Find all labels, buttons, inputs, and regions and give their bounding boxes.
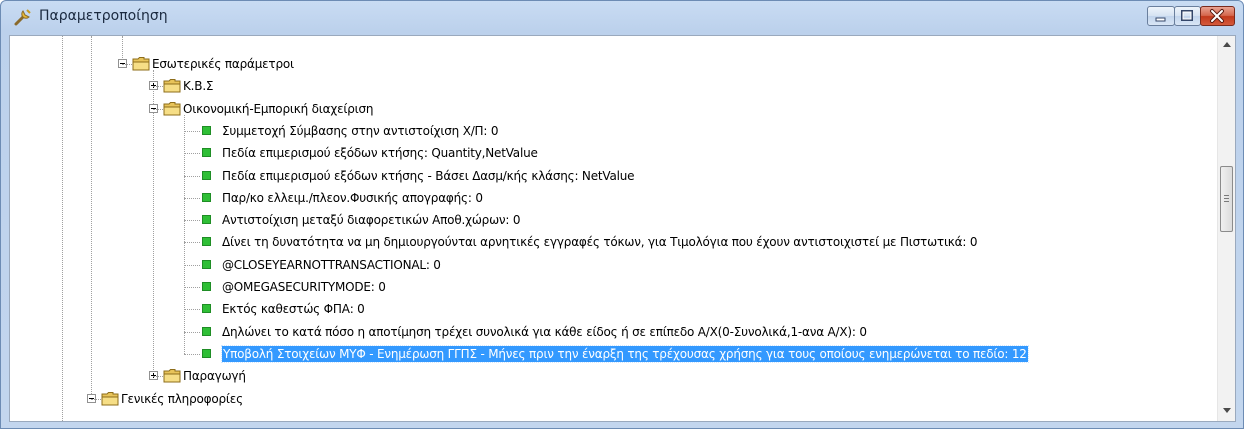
tree-guide-line bbox=[153, 108, 163, 110]
close-icon bbox=[1210, 9, 1224, 23]
settings-tree[interactable]: Εσωτερικές παράμετροι Κ.Β.Σ Οικονομική-Εμπ… bbox=[10, 36, 1217, 421]
setting-marker-icon bbox=[202, 282, 211, 291]
close-button[interactable] bbox=[1200, 6, 1235, 26]
tree-node-label: Παραγωγή bbox=[183, 369, 246, 384]
tree-folder-node[interactable]: Εσωτερικές παράμετροι bbox=[10, 53, 1217, 75]
setting-marker-icon bbox=[202, 348, 211, 358]
minimize-button[interactable] bbox=[1147, 6, 1175, 26]
tree-guide-line bbox=[184, 153, 200, 155]
tree-folder-node[interactable]: Γενικές πληροφορίες bbox=[10, 388, 1217, 410]
setting-label: Πεδία επιμερισμού εξόδων κτήσης: Quantit… bbox=[222, 146, 538, 161]
setting-marker-icon bbox=[202, 215, 211, 225]
title-bar[interactable]: Παραμετροποίηση bbox=[1, 1, 1243, 33]
tree-guide-line bbox=[184, 331, 200, 333]
setting-marker-icon bbox=[202, 259, 211, 269]
selected-setting-label: Υποβολή Στοιχείων ΜΥΦ - Ενημέρωση ΓΓΠΣ -… bbox=[221, 344, 1029, 363]
maximize-icon bbox=[1181, 10, 1193, 21]
open-folder-icon bbox=[163, 101, 181, 116]
setting-label: Εκτός καθεστώς ΦΠΑ: 0 bbox=[222, 302, 365, 317]
tree-guide-line bbox=[91, 398, 101, 400]
tree-guide-line bbox=[184, 309, 200, 311]
tree-guide-line bbox=[184, 264, 200, 266]
minimize-icon bbox=[1155, 17, 1166, 22]
tree-guide-line bbox=[184, 197, 200, 199]
vertical-scrollbar[interactable] bbox=[1217, 36, 1236, 421]
setting-label: Δηλώνει το κατά πόσο η αποτίμηση τρέχει … bbox=[222, 324, 867, 339]
tree-guide-line bbox=[184, 175, 200, 177]
setting-label: Αντιστοίχιση μεταξύ διαφορετικών Αποθ.χώ… bbox=[222, 213, 521, 228]
tree-folder-node[interactable]: Οικονομική-Εμπορική διαχείριση bbox=[10, 98, 1217, 120]
setting-marker-icon bbox=[202, 192, 211, 202]
tree-guide-line bbox=[184, 287, 200, 288]
setting-label: @OMEGASECURITYMODE: 0 bbox=[222, 280, 386, 294]
tree-guide-line bbox=[122, 64, 132, 65]
tree-node-label: Κ.Β.Σ bbox=[183, 79, 214, 94]
tree-guide-line bbox=[184, 220, 200, 222]
folder-icon bbox=[163, 368, 181, 383]
setting-label: Συμμετοχή Σύμβασης στην αντιστοίχιση Χ/Π… bbox=[222, 123, 499, 138]
tree-folder-node[interactable]: Κ.Β.Σ bbox=[10, 75, 1217, 97]
tree-node-label: Οικονομική-Εμπορική διαχείριση bbox=[183, 101, 374, 116]
tree-node-label: Εσωτερικές παράμετροι bbox=[152, 57, 294, 71]
setting-label: @CLOSEYEARNOTTRANSACTIONAL: 0 bbox=[222, 257, 441, 272]
window-title: Παραμετροποίηση bbox=[39, 8, 168, 24]
setting-marker-icon bbox=[202, 304, 211, 314]
tree-guide-line bbox=[184, 130, 200, 132]
setting-marker-icon bbox=[202, 237, 211, 247]
tree-guide-line bbox=[184, 242, 200, 244]
setting-label: Πεδία επιμερισμού εξόδων κτήσης - Βάσει … bbox=[222, 168, 635, 183]
tree-view-panel: Εσωτερικές παράμετροι Κ.Β.Σ Οικονομική-Εμπ… bbox=[9, 35, 1236, 422]
setting-marker-icon bbox=[202, 148, 211, 158]
tree-guide-line bbox=[153, 86, 163, 88]
parameter-settings-window: Παραμετροποίηση Εσωτερικές παράμετροι Κ.Β… bbox=[0, 0, 1244, 429]
setting-label: Δίνει τη δυνατότητα να μη δημιουργούνται… bbox=[222, 235, 978, 250]
scroll-down-arrow-icon[interactable] bbox=[1218, 402, 1236, 420]
tree-folder-node[interactable]: Παραγωγή bbox=[10, 365, 1217, 387]
maximize-button[interactable] bbox=[1174, 6, 1201, 26]
setting-marker-icon bbox=[202, 326, 211, 336]
tree-guide-line bbox=[184, 353, 200, 355]
setting-marker-icon bbox=[202, 170, 211, 180]
setting-label: Παρ/κο ελλειμ./πλεον.Φυσικής απογραφής: … bbox=[222, 190, 483, 205]
tree-node-label: Γενικές πληροφορίες bbox=[121, 391, 243, 406]
open-folder-icon bbox=[101, 391, 119, 406]
tree-guide-line bbox=[153, 376, 163, 378]
open-folder-icon bbox=[132, 56, 150, 71]
wrench-icon bbox=[14, 9, 31, 26]
scroll-up-arrow-icon[interactable] bbox=[1218, 36, 1236, 54]
scroll-thumb[interactable] bbox=[1220, 166, 1233, 232]
setting-marker-icon bbox=[202, 125, 211, 135]
folder-icon bbox=[163, 78, 181, 93]
